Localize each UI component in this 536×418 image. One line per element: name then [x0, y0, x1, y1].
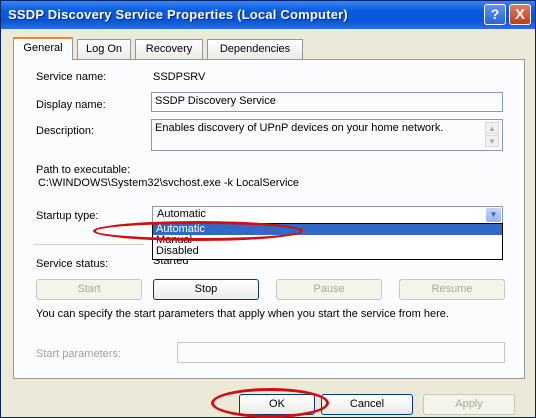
start-params-label: Start parameters:	[36, 348, 121, 360]
description-value: Enables discovery of UPnP devices on you…	[155, 122, 444, 134]
close-icon: X	[514, 6, 525, 23]
path-value: C:\WINDOWS\System32\svchost.exe -k Local…	[38, 177, 300, 189]
apply-button[interactable]: Apply	[423, 394, 515, 415]
startup-type-value: Automatic	[157, 208, 206, 220]
startup-option-disabled[interactable]: Disabled	[153, 246, 502, 257]
tab-dependencies[interactable]: Dependencies	[207, 39, 303, 59]
divider	[34, 244, 144, 245]
startup-option-automatic[interactable]: Automatic	[153, 224, 502, 235]
resume-button[interactable]: Resume	[399, 279, 505, 300]
startup-type-label: Startup type:	[36, 210, 99, 222]
chevron-down-icon[interactable]: ▼	[486, 208, 501, 222]
close-button[interactable]: X	[509, 4, 531, 25]
service-name-label: Service name:	[36, 71, 107, 83]
help-button[interactable]: ?	[484, 4, 506, 25]
path-field: C:\WINDOWS\System32\svchost.exe -k Local…	[34, 175, 504, 193]
start-params-input[interactable]	[177, 342, 505, 363]
scroll-down-icon[interactable]: ▼	[485, 135, 499, 147]
pause-button[interactable]: Pause	[276, 279, 382, 300]
window-title: SSDP Discovery Service Properties (Local…	[8, 7, 348, 22]
properties-window: SSDP Discovery Service Properties (Local…	[0, 0, 536, 418]
service-status-label: Service status:	[36, 258, 109, 270]
cancel-button[interactable]: Cancel	[321, 394, 413, 415]
display-name-field[interactable]: SSDP Discovery Service	[151, 92, 503, 112]
stop-button[interactable]: Stop	[153, 279, 259, 300]
start-params-hint: You can specify the start parameters tha…	[36, 308, 449, 320]
start-button[interactable]: Start	[36, 279, 142, 300]
tab-recovery[interactable]: Recovery	[135, 39, 203, 59]
startup-type-dropdown: Automatic Manual Disabled	[152, 223, 503, 260]
help-icon: ?	[490, 6, 500, 22]
display-name-value: SSDP Discovery Service	[155, 95, 276, 107]
service-name-value: SSDPSRV	[153, 71, 206, 83]
description-label: Description:	[36, 125, 95, 137]
scroll-up-icon[interactable]: ▲	[485, 122, 499, 134]
title-bar[interactable]: SSDP Discovery Service Properties (Local…	[1, 1, 535, 29]
startup-type-combobox[interactable]: Automatic ▼	[152, 206, 503, 224]
ok-button[interactable]: OK	[239, 394, 315, 415]
startup-option-manual[interactable]: Manual	[153, 235, 502, 246]
description-field[interactable]: Enables discovery of UPnP devices on you…	[151, 119, 503, 151]
tab-general[interactable]: General	[13, 37, 73, 60]
display-name-label: Display name:	[36, 99, 106, 111]
tab-log-on[interactable]: Log On	[77, 39, 131, 59]
